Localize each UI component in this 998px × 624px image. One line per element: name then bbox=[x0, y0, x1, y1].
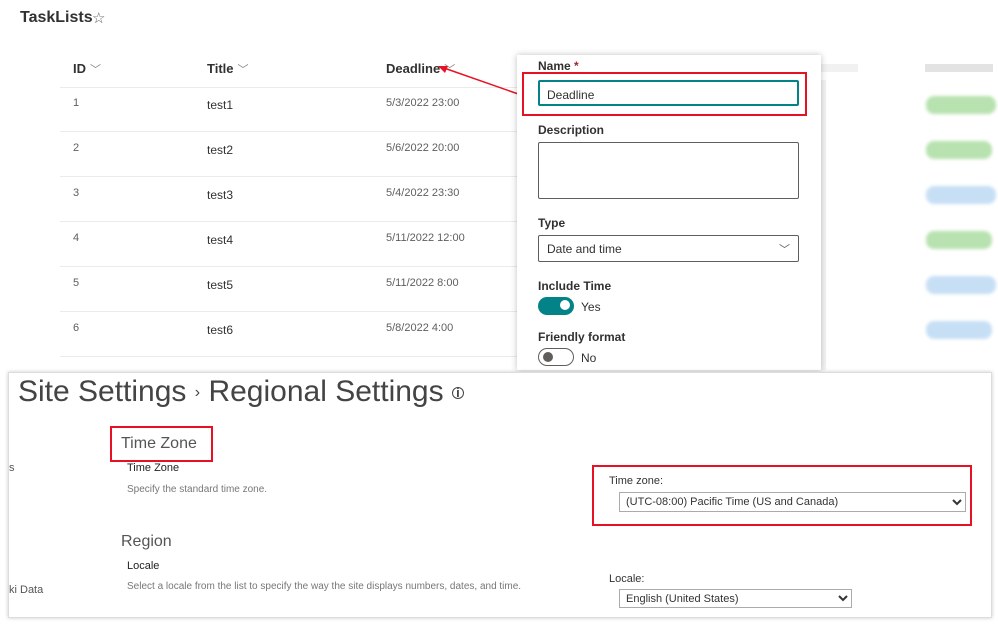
list-title: TaskLists bbox=[20, 9, 93, 26]
locale-label: Locale bbox=[127, 560, 160, 572]
blurred-badge bbox=[926, 141, 992, 159]
cell-id: 4 bbox=[73, 232, 80, 244]
locale-field-label: Locale: bbox=[609, 573, 645, 585]
row-divider bbox=[60, 266, 520, 267]
cell-title[interactable]: test3 bbox=[207, 188, 233, 202]
description-textarea[interactable] bbox=[538, 142, 799, 199]
cell-id: 1 bbox=[73, 97, 80, 109]
cell-id: 3 bbox=[73, 187, 80, 199]
timezone-description: Specify the standard time zone. bbox=[127, 484, 268, 495]
timezone-label: Time Zone bbox=[127, 462, 180, 474]
breadcrumb-separator: › bbox=[194, 384, 201, 402]
name-label: Name * bbox=[538, 59, 579, 73]
column-settings-panel: Name * Deadline Description Type Date an… bbox=[517, 55, 821, 370]
column-header-title[interactable]: Title ﹀ bbox=[207, 61, 249, 77]
page-title: Site Settings › Regional Settings i bbox=[18, 375, 464, 409]
chevron-down-icon: ﹀ bbox=[779, 244, 790, 256]
cell-id: 2 bbox=[73, 142, 80, 154]
blurred-badge bbox=[926, 231, 992, 249]
column-header-id[interactable]: ID ﹀ bbox=[73, 61, 101, 77]
breadcrumb-site-settings[interactable]: Site Settings bbox=[18, 375, 186, 408]
row-divider bbox=[60, 176, 520, 177]
annotation-arrow bbox=[438, 66, 525, 97]
name-input[interactable]: Deadline bbox=[538, 80, 799, 106]
include-time-state: Yes bbox=[581, 300, 601, 314]
row-divider bbox=[60, 311, 520, 312]
timezone-select[interactable]: (UTC-08:00) Pacific Time (US and Canada) bbox=[619, 492, 966, 512]
description-label: Description bbox=[538, 123, 605, 137]
cell-deadline: 5/11/2022 8:00 bbox=[386, 277, 459, 289]
column-label: Title bbox=[207, 61, 234, 76]
blurred-badge bbox=[926, 321, 992, 339]
type-dropdown[interactable]: Date and time ﹀ bbox=[538, 235, 799, 262]
regional-settings-page: Site Settings › Regional Settings i s ki… bbox=[8, 372, 992, 618]
cell-title[interactable]: test5 bbox=[207, 278, 233, 292]
locale-select[interactable]: English (United States) bbox=[619, 589, 852, 608]
include-time-toggle[interactable] bbox=[538, 297, 574, 315]
row-divider bbox=[60, 131, 520, 132]
cell-id: 5 bbox=[73, 277, 80, 289]
type-label: Type bbox=[538, 216, 566, 230]
star-outline-icon[interactable]: ☆ bbox=[92, 9, 105, 27]
blurred-badge bbox=[926, 186, 996, 204]
cell-title[interactable]: test2 bbox=[207, 143, 233, 157]
left-nav-item[interactable]: s bbox=[9, 462, 15, 474]
column-label: ID bbox=[73, 61, 86, 76]
cell-deadline: 5/6/2022 20:00 bbox=[386, 142, 460, 154]
locale-description: Select a locale from the list to specify… bbox=[127, 581, 522, 592]
blurred-column-header bbox=[818, 64, 858, 72]
blurred-column-header bbox=[925, 64, 993, 72]
friendly-format-state: No bbox=[581, 351, 597, 365]
cell-deadline: 5/11/2022 12:00 bbox=[386, 232, 465, 244]
region-heading: Region bbox=[121, 533, 172, 550]
friendly-format-toggle[interactable] bbox=[538, 348, 574, 366]
cell-title[interactable]: test6 bbox=[207, 323, 233, 337]
row-divider bbox=[60, 221, 520, 222]
timezone-field-label: Time zone: bbox=[609, 475, 664, 487]
timezone-heading: Time Zone bbox=[121, 435, 197, 452]
chevron-down-icon: ﹀ bbox=[237, 64, 249, 76]
include-time-label: Include Time bbox=[538, 279, 612, 293]
blurred-badge bbox=[926, 96, 996, 114]
cell-deadline: 5/4/2022 23:30 bbox=[386, 187, 460, 199]
info-icon[interactable]: i bbox=[451, 386, 464, 400]
breadcrumb-regional-settings: Regional Settings bbox=[208, 375, 444, 408]
row-divider bbox=[60, 356, 520, 357]
chevron-down-icon: ﹀ bbox=[90, 64, 101, 76]
cell-id: 6 bbox=[73, 322, 80, 334]
cell-title[interactable]: test1 bbox=[207, 98, 233, 112]
cell-deadline: 5/8/2022 4:00 bbox=[386, 322, 454, 334]
friendly-format-label: Friendly format bbox=[538, 330, 626, 344]
cell-title[interactable]: test4 bbox=[207, 233, 233, 247]
type-value: Date and time bbox=[547, 242, 622, 256]
blurred-badge bbox=[926, 276, 996, 294]
left-nav-item[interactable]: ki Data bbox=[9, 584, 43, 596]
